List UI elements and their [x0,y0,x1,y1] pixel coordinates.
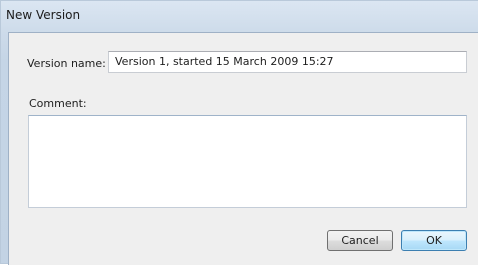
version-name-input[interactable]: Version 1, started 15 March 2009 15:27 [108,51,467,73]
comment-label: Comment: [29,97,87,110]
new-version-dialog: New Version Version name: Version 1, sta… [0,0,478,265]
title-bar[interactable]: New Version [1,1,478,32]
dialog-content: Version name: Version 1, started 15 Marc… [8,32,478,265]
cancel-button[interactable]: Cancel [327,230,393,251]
ok-button[interactable]: OK [401,230,467,251]
comment-textarea[interactable] [28,115,467,208]
version-name-label: Version name: [27,57,106,70]
window-title: New Version [6,8,81,22]
